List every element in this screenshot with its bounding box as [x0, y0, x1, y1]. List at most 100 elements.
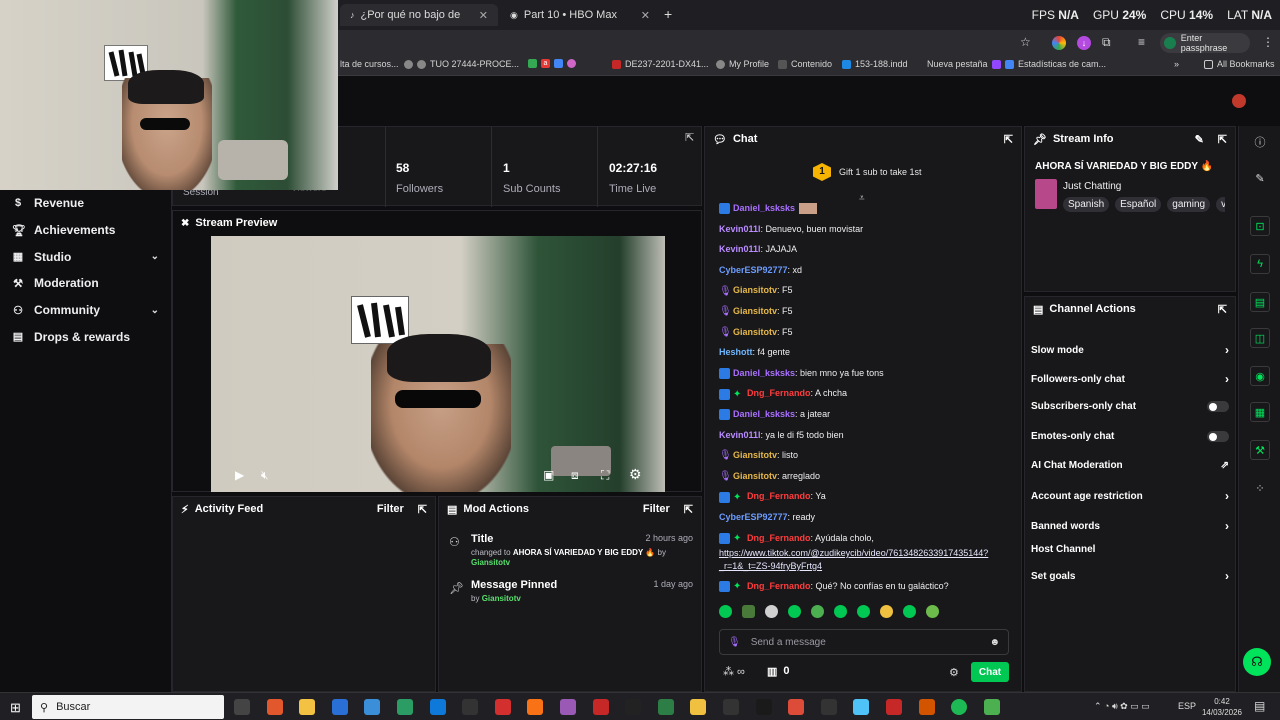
sidebar-item-drops-rewards[interactable]: ▤ Drops & rewards [0, 323, 171, 350]
chevron-right-icon[interactable]: › [1225, 489, 1229, 503]
chevron-down-icon[interactable]: ⩡ [859, 193, 865, 204]
chevron-right-icon[interactable]: › [1225, 372, 1229, 386]
wrench-icon[interactable]: ⚒ [1250, 440, 1270, 460]
popout-icon[interactable]: ⇱ [418, 503, 427, 516]
action-followers-only-chat[interactable]: Followers-only chat › [1031, 372, 1229, 386]
puzzle-icon[interactable]: ⧉ [1102, 35, 1111, 50]
emote-icon[interactable] [926, 605, 939, 618]
sidebar-item-revenue[interactable]: $ Revenue [0, 190, 171, 217]
gear-icon[interactable]: ⚙ [629, 466, 642, 483]
chat-username[interactable]: Dng_Fernando [747, 388, 811, 398]
app-icon[interactable] [560, 699, 576, 715]
chat-link[interactable]: https://www.tiktok.com/@zudikeycib/video… [719, 547, 988, 573]
emote-icon[interactable] [719, 605, 732, 618]
emote-icon[interactable] [788, 605, 801, 618]
chat-username[interactable]: Daniel_ksksks [733, 409, 795, 419]
edge-icon[interactable] [429, 699, 446, 715]
app-icon[interactable] [918, 699, 935, 715]
pencil-icon[interactable]: ✎ [1195, 133, 1204, 146]
bookmark[interactable]: 153-188.indd [842, 59, 908, 69]
app-icon[interactable] [755, 699, 772, 715]
emote-icon[interactable] [857, 605, 870, 618]
app-icon[interactable] [397, 699, 413, 715]
enter-passphrase-button[interactable]: Enter passphrase [1160, 33, 1250, 53]
play-icon[interactable]: ▶ [235, 468, 244, 482]
mute-icon[interactable]: 🔇︎ [261, 468, 269, 483]
chat-username[interactable]: Giansitotv [733, 471, 777, 481]
document-icon[interactable]: ▤ [1250, 292, 1270, 312]
folder-icon[interactable] [690, 699, 707, 715]
action-set-goals[interactable]: Set goals › [1031, 569, 1229, 583]
chat-username[interactable]: Kevin011l [719, 430, 761, 440]
broadcast-icon[interactable]: ◉ [1250, 366, 1270, 386]
app-icon[interactable] [592, 699, 609, 715]
popout-icon[interactable]: ⇱ [1218, 133, 1227, 146]
chat-username[interactable]: Daniel_ksksks [733, 203, 795, 213]
chevron-down-icon[interactable]: ⌄ [151, 251, 159, 262]
chat-username[interactable]: Heshott [719, 347, 753, 357]
action-banned-words[interactable]: Banned words › [1031, 519, 1229, 533]
browser-tab[interactable]: ♪ ¿Por qué no bajo de peso a pe ✕ [340, 4, 498, 26]
action-account-age-restriction[interactable]: Account age restriction › [1031, 489, 1229, 503]
chat-username[interactable]: CyberESP92777 [719, 265, 788, 275]
chevron-right-icon[interactable]: » [1174, 59, 1179, 69]
app-icon[interactable] [462, 699, 479, 715]
bookmark[interactable]: My Profile [716, 59, 769, 69]
chevron-right-icon[interactable]: › [1225, 343, 1229, 357]
app-icon[interactable] [853, 699, 870, 715]
spotify-icon[interactable] [951, 699, 968, 715]
tray-icons[interactable]: ⌃ ◔ 🔊︎ ✿ ▭ ▭ [1094, 701, 1150, 712]
bookmark[interactable]: lta de cursos... [340, 59, 399, 69]
popout-icon[interactable]: ⇱ [1004, 133, 1013, 146]
bookmark[interactable]: Contenido [778, 59, 832, 69]
new-tab-button[interactable]: + [664, 6, 672, 22]
chat-input[interactable]: 🎙︎ Send a message ☻ [719, 629, 1009, 655]
popout-icon[interactable]: ⇱ [1218, 303, 1227, 316]
chevron-right-icon[interactable]: › [1225, 569, 1229, 583]
chat-send-button[interactable]: Chat [971, 662, 1009, 682]
app-icon[interactable] [723, 699, 739, 715]
epic-games-icon[interactable] [625, 699, 642, 715]
filter-button[interactable]: Filter [377, 503, 404, 515]
close-icon[interactable]: ✕ [479, 9, 488, 22]
tag[interactable]: v [1216, 197, 1225, 212]
bolt-icon[interactable]: ϟ [1250, 254, 1270, 274]
gift-sub-banner[interactable]: 1 Gift 1 sub to take 1st [813, 163, 922, 181]
target-icon[interactable]: ⊡ [1250, 216, 1270, 236]
emote-icon[interactable] [765, 605, 778, 618]
action-slow-mode[interactable]: Slow mode › [1031, 343, 1229, 357]
theater-mode-icon[interactable]: ▣ [543, 468, 554, 482]
gear-icon[interactable]: ⚙ [949, 666, 959, 679]
language-indicator[interactable]: ESP [1178, 701, 1196, 711]
bookmark[interactable]: Estadísticas de cam... [992, 59, 1106, 69]
sidebar-item-achievements[interactable]: 🏆︎ Achievements [0, 217, 171, 244]
emote-icon[interactable] [903, 605, 916, 618]
app-icon[interactable] [820, 699, 837, 715]
action-host-channel[interactable]: Host Channel [1031, 544, 1229, 555]
toggle-switch[interactable] [1207, 431, 1229, 442]
close-icon[interactable]: ✕ [641, 9, 650, 22]
sliders-icon[interactable]: ⁘ [1250, 478, 1270, 498]
kebab-menu-icon[interactable]: ⋮ [1262, 35, 1274, 49]
emote-icon[interactable] [834, 605, 847, 618]
stream-video[interactable]: ▶ 🔇︎ ▣ ⧈ ⛶ ⚙ [211, 236, 665, 492]
chat-username[interactable]: Giansitotv [733, 327, 777, 337]
chat-username[interactable]: CyberESP92777 [719, 512, 788, 522]
browser-tab[interactable]: ◉ Part 10 • HBO Max ✕ [500, 4, 660, 26]
app-icon[interactable] [331, 699, 348, 715]
chevron-down-icon[interactable]: ⌄ [151, 305, 159, 316]
pencil-icon[interactable]: ✎ [1250, 168, 1270, 188]
bookmark[interactable]: TUO 27444-PROCE... [404, 59, 519, 69]
layout-icon[interactable]: ▦ [1250, 402, 1270, 422]
clock[interactable]: 0:42 14/03/2026 [1198, 696, 1246, 718]
app-icon[interactable] [527, 699, 544, 715]
emoji-icon[interactable]: ☻ [989, 637, 1000, 648]
emote-icon[interactable] [880, 605, 893, 618]
action-subscribers-only-chat[interactable]: Subscribers-only chat [1031, 401, 1229, 412]
chat-username[interactable]: Giansitotv [733, 285, 777, 295]
windows-start-icon[interactable]: ⊞ [10, 700, 21, 716]
bookmark[interactable]: DE237-2201-DX41... [612, 59, 709, 69]
bookmark[interactable]: Nueva pestaña [927, 59, 988, 69]
community-points-icon[interactable]: ⁂ ∞ [723, 665, 745, 678]
download-icon[interactable]: ↓ [1077, 36, 1091, 50]
